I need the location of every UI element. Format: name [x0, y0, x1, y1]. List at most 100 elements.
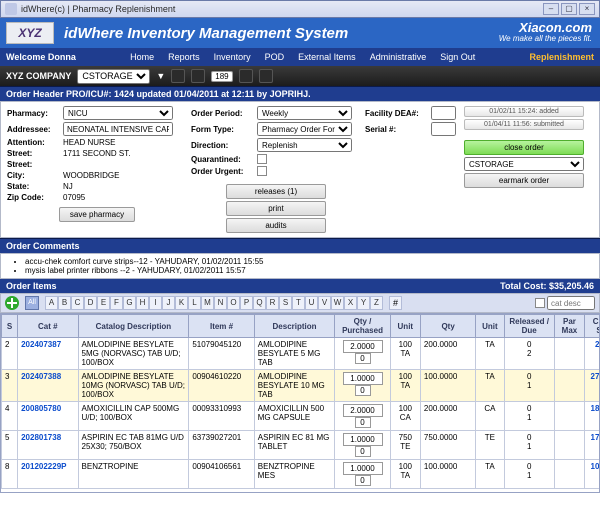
close-order-button[interactable]: close order: [464, 140, 584, 155]
qty-zero-button[interactable]: 0: [355, 385, 371, 396]
qty-zero-button[interactable]: 0: [355, 417, 371, 428]
alpha-letter-t[interactable]: T: [292, 296, 305, 310]
logo: XYZ: [6, 22, 54, 44]
alpha-letter-b[interactable]: B: [58, 296, 71, 310]
direction-select[interactable]: Replenish: [257, 138, 352, 152]
earmark-order-button[interactable]: earmark order: [464, 173, 584, 188]
cat-cell: 202407387: [18, 338, 78, 370]
items-grid[interactable]: SCat #Catalog DescriptionItem #Descripti…: [0, 313, 600, 493]
menu-external-items[interactable]: External Items: [298, 52, 356, 62]
current-stock: 186 / 188: [585, 402, 600, 431]
col-header[interactable]: Catalog Description: [78, 315, 189, 338]
window-close-button[interactable]: ×: [579, 3, 595, 15]
menu-sign-out[interactable]: Sign Out: [440, 52, 475, 62]
col-header[interactable]: Current Stock: [585, 315, 600, 338]
col-header[interactable]: Description: [254, 315, 335, 338]
print-icon[interactable]: [171, 69, 185, 83]
menu-pod[interactable]: POD: [265, 52, 285, 62]
alpha-letter-h[interactable]: H: [136, 296, 149, 310]
catalog-description: AMOXICILLIN CAP 500MG U/D; 100/BOX: [78, 402, 189, 431]
qty-field[interactable]: 1.0000: [343, 372, 383, 385]
alpha-letter-f[interactable]: F: [110, 296, 123, 310]
item-number: 51079045120: [189, 338, 254, 370]
alpha-letter-m[interactable]: M: [201, 296, 214, 310]
cat-link[interactable]: 200805780: [21, 404, 61, 413]
qty-field[interactable]: 1.0000: [343, 433, 383, 446]
window-max-button[interactable]: ▢: [561, 3, 577, 15]
storage-select[interactable]: CSTORAGE: [77, 69, 150, 84]
menu-administrative[interactable]: Administrative: [370, 52, 427, 62]
qty-field[interactable]: 1.0000: [343, 462, 383, 475]
menu-inventory[interactable]: Inventory: [214, 52, 251, 62]
alpha-letter-l[interactable]: L: [188, 296, 201, 310]
alpha-letter-w[interactable]: W: [331, 296, 344, 310]
alpha-all-button[interactable]: All: [25, 296, 39, 310]
alpha-letter-u[interactable]: U: [305, 296, 318, 310]
cat-link[interactable]: 202407387: [21, 340, 61, 349]
col-header[interactable]: Unit: [476, 315, 504, 338]
alpha-letter-o[interactable]: O: [227, 296, 240, 310]
alpha-letter-j[interactable]: J: [162, 296, 175, 310]
print-button[interactable]: print: [226, 201, 326, 216]
catdesc-checkbox[interactable]: [535, 298, 545, 308]
cat-link[interactable]: 202407388: [21, 372, 61, 381]
form-type-select[interactable]: Pharmacy Order Form: [257, 122, 352, 136]
alpha-letter-v[interactable]: V: [318, 296, 331, 310]
alpha-letter-s[interactable]: S: [279, 296, 292, 310]
serial-field[interactable]: [431, 122, 456, 136]
qty-cell: 2.00000: [335, 402, 390, 431]
alpha-letter-q[interactable]: Q: [253, 296, 266, 310]
qty-field[interactable]: 2.0000: [343, 340, 383, 353]
alpha-letter-x[interactable]: X: [344, 296, 357, 310]
alpha-hash-button[interactable]: #: [389, 296, 402, 310]
alpha-letter-p[interactable]: P: [240, 296, 253, 310]
window-min-button[interactable]: –: [543, 3, 559, 15]
alpha-letter-y[interactable]: Y: [357, 296, 370, 310]
audits-button[interactable]: audits: [226, 218, 326, 233]
alpha-letter-a[interactable]: A: [45, 296, 58, 310]
cat-link[interactable]: 202801738: [21, 433, 61, 442]
menu-home[interactable]: Home: [130, 52, 154, 62]
alpha-letter-g[interactable]: G: [123, 296, 136, 310]
urgent-checkbox[interactable]: [257, 166, 267, 176]
qty-field[interactable]: 2.0000: [343, 404, 383, 417]
qty-zero-button[interactable]: 0: [355, 353, 371, 364]
cstorage-select[interactable]: CSTORAGE: [464, 157, 584, 171]
col-header[interactable]: Cat #: [18, 315, 78, 338]
col-header[interactable]: S: [2, 315, 18, 338]
addressee-field[interactable]: [63, 122, 173, 136]
alpha-letter-e[interactable]: E: [97, 296, 110, 310]
alpha-letter-c[interactable]: C: [71, 296, 84, 310]
quarantined-checkbox[interactable]: [257, 154, 267, 164]
alpha-letter-k[interactable]: K: [175, 296, 188, 310]
qty-zero-button[interactable]: 0: [355, 475, 371, 486]
alpha-letter-r[interactable]: R: [266, 296, 279, 310]
table-row: 2202407387AMLODIPINE BESYLATE 5MG (NORVA…: [2, 338, 600, 370]
flag-icon[interactable]: [239, 69, 253, 83]
col-header[interactable]: Qty / Purchased: [335, 315, 390, 338]
col-header[interactable]: Unit: [390, 315, 420, 338]
facility-dea-field[interactable]: [431, 106, 456, 120]
releases-button[interactable]: releases (1): [226, 184, 326, 199]
add-item-icon[interactable]: [5, 296, 19, 310]
menu-reports[interactable]: Reports: [168, 52, 200, 62]
cat-link[interactable]: 201202229P: [21, 462, 66, 471]
mail-icon[interactable]: [191, 69, 205, 83]
col-header[interactable]: Qty: [420, 315, 475, 338]
catalog-description: ASPIRIN EC TAB 81MG U/D 25X30; 750/BOX: [78, 431, 189, 460]
alpha-letter-d[interactable]: D: [84, 296, 97, 310]
alpha-letter-n[interactable]: N: [214, 296, 227, 310]
col-header[interactable]: Released / Due: [504, 315, 554, 338]
user-icon[interactable]: [259, 69, 273, 83]
alpha-letters: ABCDEFGHIJKLMNOPQRSTUVWXYZ: [45, 296, 383, 310]
brand-bar: XYZ idWhere Inventory Management System …: [0, 18, 600, 48]
col-header[interactable]: Par Max: [554, 315, 584, 338]
pharmacy-select[interactable]: NICU: [63, 106, 173, 120]
alpha-letter-z[interactable]: Z: [370, 296, 383, 310]
alpha-letter-i[interactable]: I: [149, 296, 162, 310]
save-pharmacy-button[interactable]: save pharmacy: [59, 207, 135, 222]
order-period-select[interactable]: Weekly: [257, 106, 352, 120]
col-header[interactable]: Item #: [189, 315, 254, 338]
catdesc-input[interactable]: [547, 296, 595, 310]
qty-zero-button[interactable]: 0: [355, 446, 371, 457]
